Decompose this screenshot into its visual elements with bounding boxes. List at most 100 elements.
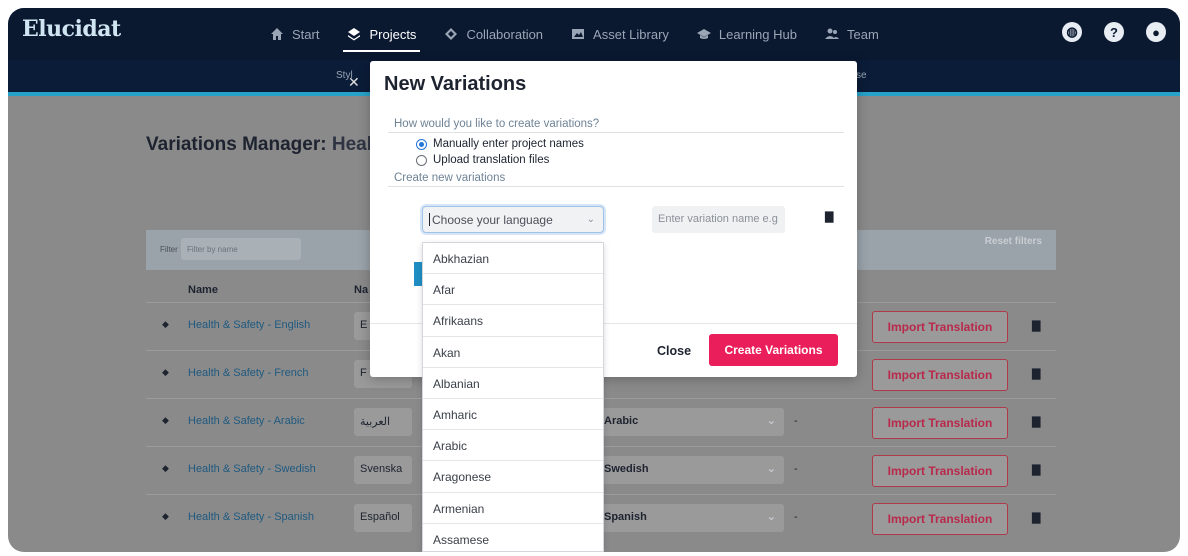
project-name-link[interactable]: Health & Safety - English [188,319,310,331]
radio-manual-names[interactable]: Manually enter project names [416,138,584,150]
page-title-prefix: Variations Manager: [146,134,327,155]
nav-start-label: Start [292,26,320,42]
dropdown-option[interactable]: Akan [423,337,603,368]
help-icon[interactable]: ? [1104,22,1124,42]
image-icon [572,29,585,39]
creation-method-question: How would you like to create variations? [394,118,600,130]
project-name-link[interactable]: Health & Safety - Spanish [188,511,314,523]
subnav-right-text[interactable]: se [856,70,867,81]
project-name-link[interactable]: Health & Safety - Arabic [188,415,305,427]
header-name[interactable]: Name [188,284,218,296]
language-placeholder: Choose your language [432,213,553,227]
globe-icon[interactable]: ◍ [1062,22,1082,42]
dropdown-option[interactable]: Abkhazian [423,243,603,275]
project-name-link[interactable]: Health & Safety - French [188,367,308,379]
nav-collaboration[interactable]: Collaboration [444,8,543,60]
language-select[interactable]: Swedish ⌄ [598,456,784,484]
language-select[interactable]: Spanish ⌄ [598,504,784,532]
nav-start[interactable]: Start [270,8,319,60]
language-dropdown[interactable]: Abkhazian Afar Afrikaans Akan Albanian A… [422,242,604,552]
home-icon [271,28,283,40]
modal-title: New Variations [384,73,527,95]
nav-learning-hub[interactable]: Learning Hub [696,8,797,60]
radio-manual-label: Manually enter project names [433,138,584,150]
trash-icon[interactable]: ▇ [1032,415,1040,428]
trash-icon[interactable]: ▇ [1032,511,1040,524]
chevron-down-icon: ⌄ [586,214,595,225]
sort-handle-icon[interactable]: ◆ [162,511,169,522]
dropdown-option[interactable]: Aragonese [423,461,603,493]
user-icon[interactable]: ● [1146,22,1166,42]
reset-filters-link[interactable]: Reset filters [985,236,1042,247]
native-name-field[interactable]: العربية [354,408,412,436]
divider [388,132,844,133]
import-translation-button[interactable]: Import Translation [872,311,1008,343]
nav-team[interactable]: Team [824,8,879,60]
dropdown-option[interactable]: Albanian [423,368,603,399]
nav-right-actions: ◍ ? ● [1062,22,1166,42]
project-name-link[interactable]: Health & Safety - Swedish [188,463,316,475]
close-x-icon[interactable]: ✕ [348,74,360,91]
main-nav: Start Projects Collaboration Asset Libra… [270,8,879,60]
sort-handle-icon[interactable]: ◆ [162,463,169,474]
sort-handle-icon[interactable]: ◆ [162,319,169,330]
radio-selected-icon[interactable] [416,138,427,150]
radio-upload-files[interactable]: Upload translation files [416,154,549,166]
nav-collaboration-label: Collaboration [466,26,544,42]
header-native[interactable]: Na [354,284,368,296]
layers-icon [348,28,361,41]
native-name-field[interactable]: Svenska [354,456,412,484]
language-select-value: Arabic [604,415,639,427]
nav-projects-label: Projects [369,26,417,42]
nav-learning-hub-label: Learning Hub [718,26,797,42]
language-select-value: Spanish [604,511,647,523]
nav-team-label: Team [846,26,879,42]
dropdown-option[interactable]: Afrikaans [423,305,603,337]
page-title-rest: Heal [331,134,372,155]
language-select-input[interactable]: Choose your language ⌄ [422,206,604,233]
trash-icon[interactable]: ▇ [1032,319,1040,332]
filter-input[interactable]: Filter by name [181,238,301,260]
status-dash: - [794,511,798,523]
dropdown-option[interactable]: Afar [423,274,603,306]
chevron-down-icon: ⌄ [766,463,776,475]
nav-projects[interactable]: Projects [343,8,421,60]
import-translation-button[interactable]: Import Translation [872,359,1008,391]
native-name-field[interactable]: Español [354,504,412,532]
divider [388,186,844,187]
import-translation-button[interactable]: Import Translation [872,407,1008,439]
app-frame: Elucidat Start Projects Collaboration As… [8,8,1180,552]
radio-upload-label: Upload translation files [433,154,550,166]
dropdown-option[interactable]: Amharic [423,399,603,431]
import-translation-button[interactable]: Import Translation [872,503,1008,535]
language-select[interactable]: Arabic ⌄ [598,408,784,436]
close-button[interactable]: Close [657,344,691,358]
nav-asset-library[interactable]: Asset Library [571,8,669,60]
top-nav: Elucidat Start Projects Collaboration As… [8,8,1180,60]
create-section-label: Create new variations [394,172,506,184]
trash-icon[interactable]: ▇ [1032,367,1040,380]
chevron-down-icon: ⌄ [766,511,776,523]
trash-icon[interactable]: ▇ [825,210,833,223]
nav-asset-library-label: Asset Library [593,26,669,42]
dropdown-option[interactable]: Armenian [423,493,603,524]
create-variations-button[interactable]: Create Variations [709,334,838,366]
diamond-icon [445,28,458,40]
elucidat-logo[interactable]: Elucidat [22,16,121,44]
sort-handle-icon[interactable]: ◆ [162,367,169,378]
filter-label: Filter [160,245,178,254]
sort-handle-icon[interactable]: ◆ [162,415,169,426]
status-dash: - [794,463,798,475]
import-translation-button[interactable]: Import Translation [872,455,1008,487]
add-button-edge[interactable] [414,262,422,286]
variation-name-input[interactable]: Enter variation name e.g [652,206,785,233]
radio-unselected-icon[interactable] [416,154,427,166]
dropdown-option[interactable]: Arabic [423,430,603,462]
dropdown-option[interactable]: Assamese [423,524,603,551]
page-title: Variations Manager: Heal [146,134,372,156]
users-icon [824,28,839,39]
trash-icon[interactable]: ▇ [1032,463,1040,476]
text-caret [429,213,430,226]
status-dash: - [794,415,798,427]
language-select-value: Swedish [604,463,649,475]
